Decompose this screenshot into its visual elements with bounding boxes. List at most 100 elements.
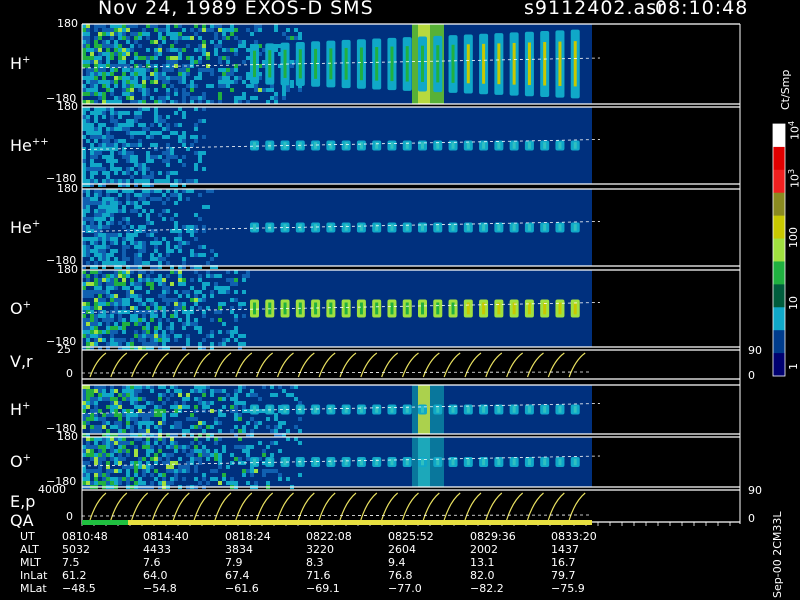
spectrogram-cell [134, 171, 138, 175]
spectrogram-cell [194, 445, 198, 449]
spectrogram-cell [138, 56, 142, 60]
spectrogram-cell [146, 421, 150, 425]
spectrogram-cell [138, 193, 142, 197]
spectrogram-cell [170, 249, 174, 253]
spectrogram-cell [86, 322, 90, 326]
spectrogram-cell [162, 193, 166, 197]
spectrogram-cell [218, 306, 222, 310]
spectrogram-cell [198, 449, 202, 453]
spectrogram-cell [98, 189, 102, 193]
spectrogram-cell [114, 80, 118, 84]
spectrogram-cell [142, 473, 146, 477]
spectrogram-cell [170, 330, 174, 334]
spectrogram-cell [98, 123, 102, 127]
spectrogram-cell [134, 417, 138, 421]
spectrogram-cell [158, 115, 162, 119]
spin-blob-core [558, 302, 562, 315]
spectrogram-cell [150, 175, 154, 179]
spectrogram-cell [102, 171, 106, 175]
spectrogram-cell [254, 84, 258, 88]
spectrogram-cell [110, 209, 114, 213]
spectrogram-cell [130, 401, 134, 405]
spin-blob-core [390, 46, 394, 82]
spectrogram-cell [202, 477, 206, 481]
spectrogram-cell [106, 413, 110, 417]
spectrogram-cell [154, 143, 158, 147]
spectrogram-cell [158, 322, 162, 326]
spectrogram-cell [190, 88, 194, 92]
spectrogram-cell [134, 286, 138, 290]
spectrogram-cell [194, 135, 198, 139]
spectrogram-cell [154, 155, 158, 159]
spectrogram-cell [150, 413, 154, 417]
spectrogram-cell [162, 84, 166, 88]
spectrogram-cell [242, 274, 246, 278]
panel-label: He++ [10, 135, 49, 155]
spectrogram-cell [150, 286, 154, 290]
spectrogram-cell [134, 201, 138, 205]
spectrogram-cell [202, 338, 206, 342]
spectrogram-cell [130, 209, 134, 213]
spectrogram-cell [198, 217, 202, 221]
spectrogram-cell [130, 88, 134, 92]
spectrogram-cell [130, 413, 134, 417]
orbit-cell: −61.6 [225, 582, 259, 595]
spectrogram-cell [142, 28, 146, 32]
spectrogram-cell [126, 393, 130, 397]
spin-blob-core [451, 44, 455, 83]
spectrogram-cell [126, 167, 130, 171]
spectrogram-cell [98, 302, 102, 306]
spectrogram-cell [106, 201, 110, 205]
spectrogram-cell [98, 338, 102, 342]
spectrogram-cell [126, 151, 130, 155]
spectrogram-cell [98, 233, 102, 237]
spectrogram-cell [130, 48, 134, 52]
spectrogram-cell [86, 225, 90, 229]
spectrogram-cell [158, 409, 162, 413]
spectrogram-cell [174, 314, 178, 318]
spectrogram-cell [190, 135, 194, 139]
spectrogram-cell [158, 257, 162, 261]
spectrogram-cell [178, 249, 182, 253]
spectrogram-cell [138, 32, 142, 36]
spectrogram-cell [118, 469, 122, 473]
spectrogram-cell [154, 425, 158, 429]
spectrogram-cell [106, 44, 110, 48]
spectrogram-cell [86, 92, 90, 96]
spectrogram-cell [158, 318, 162, 322]
spectrogram-cell [110, 253, 114, 257]
spectrogram-cell [158, 44, 162, 48]
spectrogram-cell [266, 481, 270, 485]
spectrogram-cell [94, 28, 98, 32]
spectrogram-cell [102, 44, 106, 48]
spin-blob-core [482, 458, 486, 466]
spectrogram-cell [98, 213, 102, 217]
spectrogram-cell [82, 209, 86, 213]
spectrogram-cell [150, 143, 154, 147]
spectrogram-cell [94, 278, 98, 282]
spectrogram-cell [242, 60, 246, 64]
spectrogram-cell [122, 143, 126, 147]
spectrogram-cell [198, 159, 202, 163]
spectrogram-cell [166, 209, 170, 213]
spectrogram-cell [86, 28, 90, 32]
spectrogram-cell [118, 461, 122, 465]
spectrogram-cell [118, 425, 122, 429]
spectrogram-cell [174, 56, 178, 60]
spectrogram-cell [170, 171, 174, 175]
spectrogram-cell [166, 159, 170, 163]
orbit-cell: 8.3 [306, 556, 324, 569]
colorbar-swatch [773, 261, 785, 285]
spectrogram-cell [186, 294, 190, 298]
spectrogram-cell [126, 52, 130, 56]
spectrogram-cell [158, 397, 162, 401]
orbit-cell: −69.1 [306, 582, 340, 595]
orbit-cell: 82.0 [470, 569, 495, 582]
spin-blob-core [314, 302, 318, 315]
spectrogram-cell [126, 425, 130, 429]
spectrogram-cell [234, 409, 238, 413]
spectrogram-cell [102, 298, 106, 302]
spectrogram-cell [94, 233, 98, 237]
spectrogram-cell [198, 76, 202, 80]
spectrogram-cell [146, 221, 150, 225]
